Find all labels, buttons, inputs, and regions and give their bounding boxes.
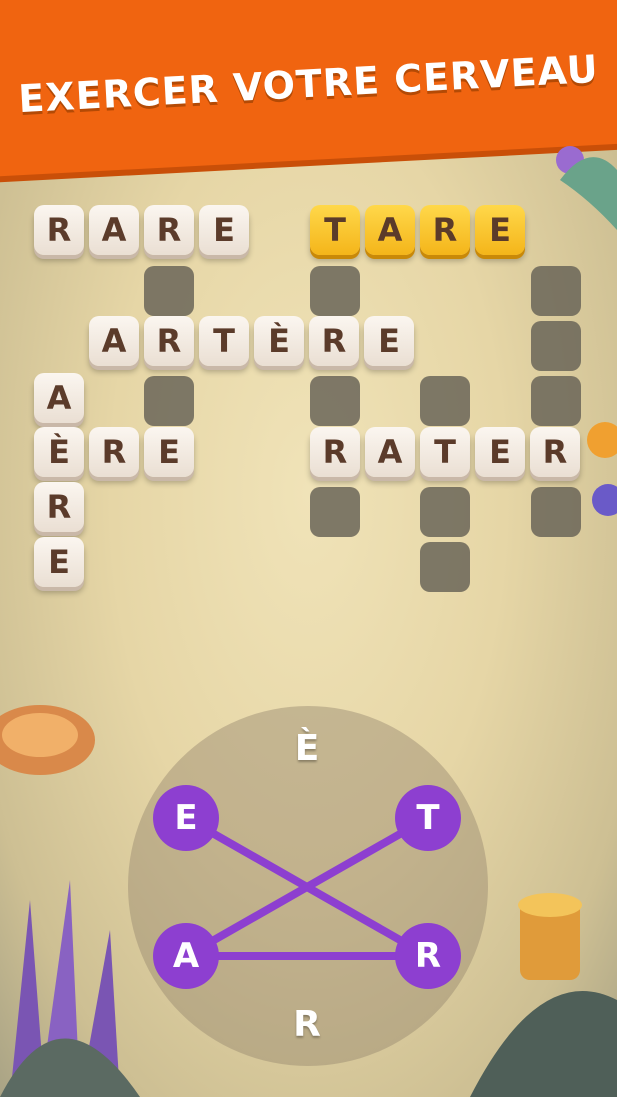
wheel-letter-top[interactable]: È [277,728,337,769]
wheel-letter-e-selected[interactable]: E [153,785,219,851]
wheel-letter-bottom[interactable]: R [277,1004,337,1045]
wheel-letter-a-selected[interactable]: A [153,923,219,989]
wheel-letter-t-selected[interactable]: T [395,785,461,851]
selection-path [182,814,432,960]
wheel-letter-r-selected[interactable]: R [395,923,461,989]
